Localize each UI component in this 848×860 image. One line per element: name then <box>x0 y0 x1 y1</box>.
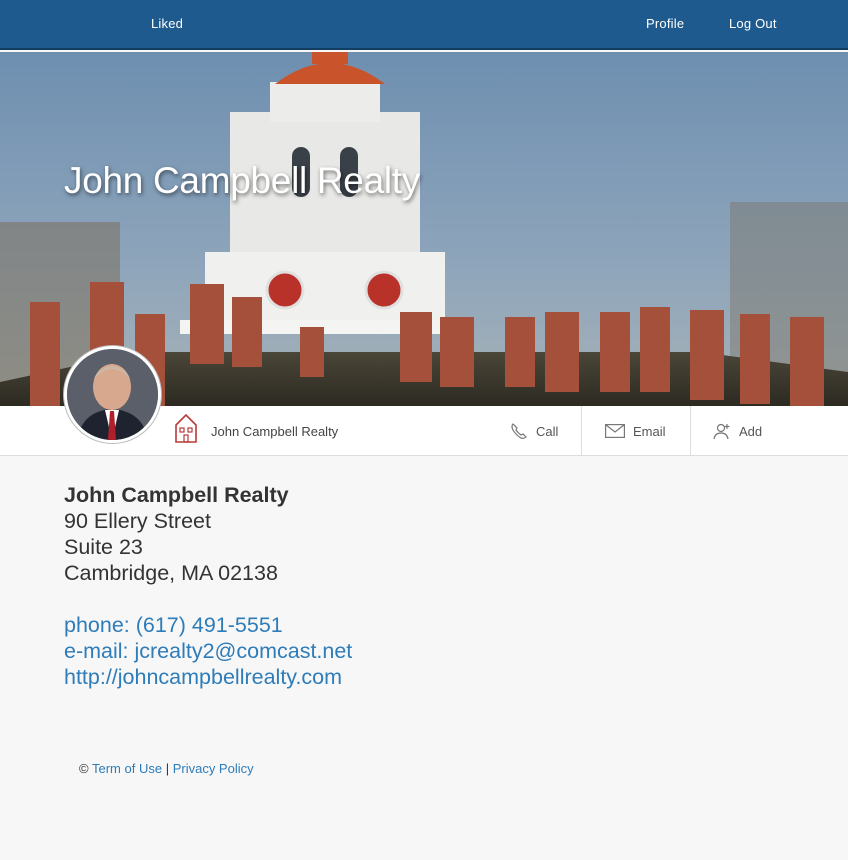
address-line-3: Cambridge, MA 02138 <box>64 561 278 585</box>
phone-icon <box>511 423 527 439</box>
add-contact-icon <box>713 423 730 440</box>
call-button[interactable]: Call <box>510 406 558 456</box>
email-button[interactable]: Email <box>605 406 666 456</box>
address-line-1: 90 Ellery Street <box>64 509 211 533</box>
address-line-2: Suite 23 <box>64 535 143 559</box>
nav-logout-link[interactable]: Log Out <box>729 16 777 31</box>
nav-liked-link[interactable]: Liked <box>151 16 183 31</box>
footer-separator: | <box>165 761 170 776</box>
phone-link[interactable]: phone: (617) 491-5551 <box>64 612 352 638</box>
profile-bar-name: John Campbell Realty <box>211 424 339 439</box>
copyright-symbol: © <box>79 761 89 776</box>
realty-house-logo-icon <box>175 413 197 443</box>
action-divider <box>690 406 691 456</box>
privacy-link[interactable]: Privacy Policy <box>173 761 254 776</box>
hero-title: John Campbell Realty <box>64 160 420 201</box>
business-name: John Campbell Realty <box>64 483 289 507</box>
top-navigation-bar: Liked Profile Log Out <box>0 0 848 50</box>
terms-link[interactable]: Term of Use <box>92 761 162 776</box>
add-label: Add <box>739 423 763 439</box>
email-label: Email <box>633 423 666 439</box>
call-label: Call <box>536 423 559 439</box>
action-divider <box>581 406 582 456</box>
website-link[interactable]: http://johncampbellrealty.com <box>64 664 352 690</box>
envelope-icon <box>605 424 625 438</box>
agent-portrait-image <box>67 349 158 440</box>
add-contact-button[interactable]: Add <box>713 406 762 456</box>
email-link[interactable]: e-mail: jcrealty2@comcast.net <box>64 638 352 664</box>
contact-info: John Campbell Realty 90 Ellery Street Su… <box>64 482 352 690</box>
avatar <box>64 346 161 443</box>
nav-profile-link[interactable]: Profile <box>646 16 684 31</box>
footer: © Term of Use | Privacy Policy <box>79 761 254 776</box>
